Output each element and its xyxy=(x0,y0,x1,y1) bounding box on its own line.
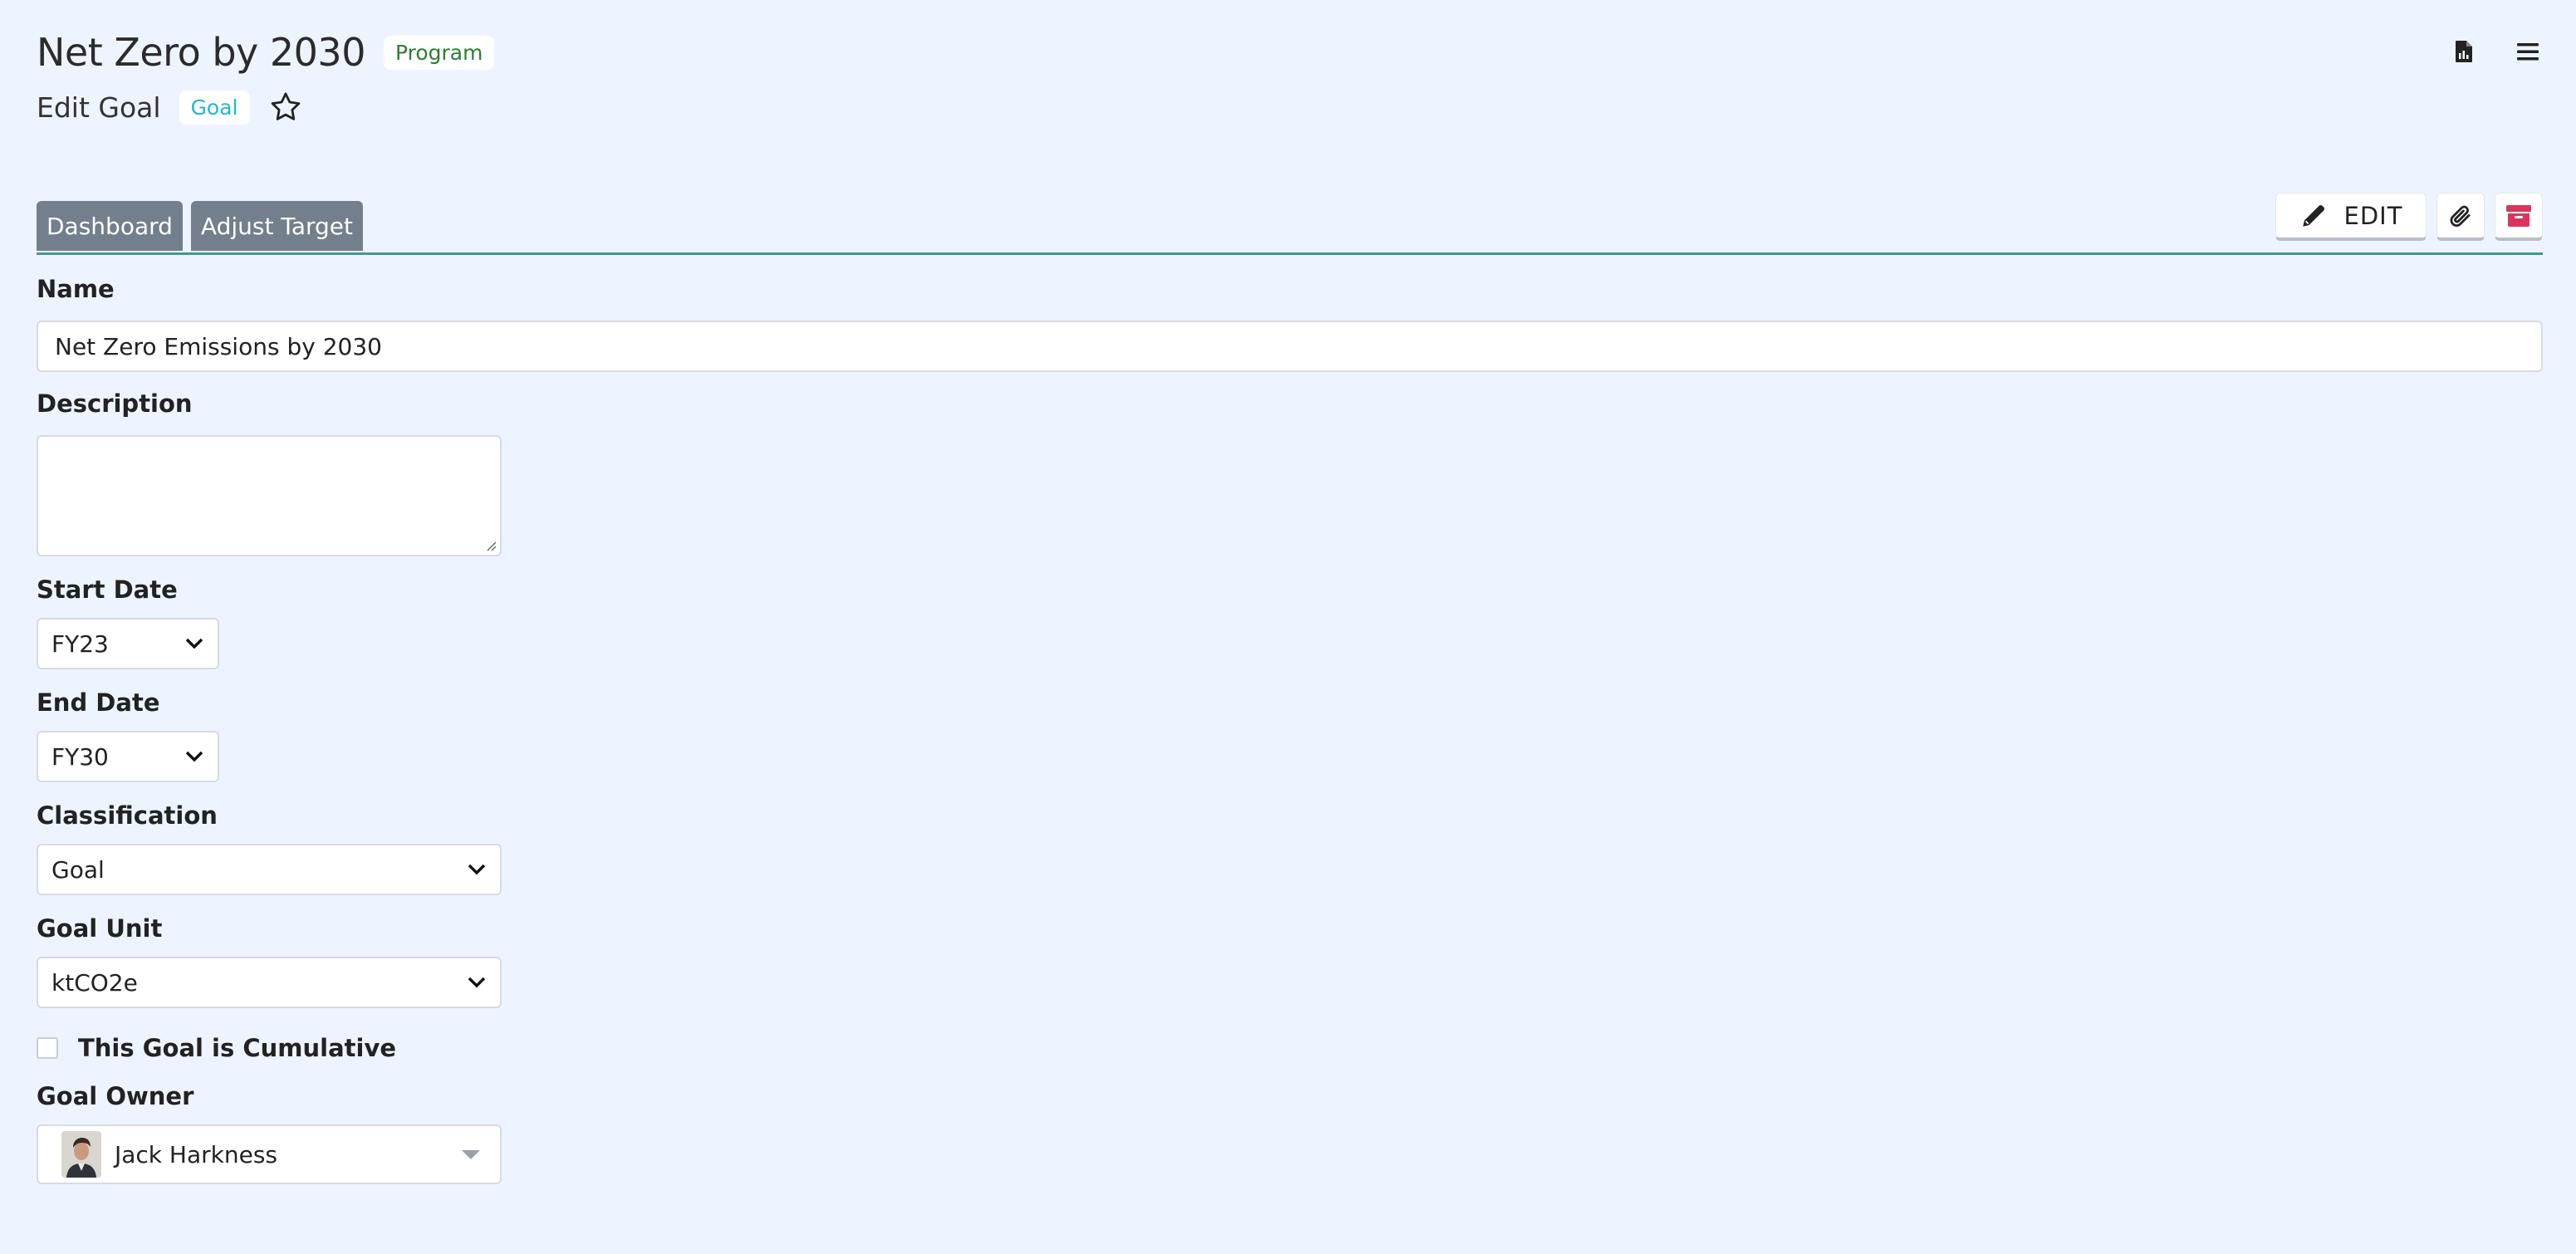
edit-button-label: EDIT xyxy=(2343,201,2403,230)
chevron-down-icon xyxy=(468,977,486,988)
archive-button[interactable] xyxy=(2495,193,2543,241)
description-label: Description xyxy=(37,389,193,418)
goal-owner-label: Goal Owner xyxy=(37,1082,194,1110)
name-input-value: Net Zero Emissions by 2030 xyxy=(55,332,382,360)
subtitle-row: Edit Goal Goal xyxy=(37,90,494,125)
goal-owner-select[interactable]: Jack Harkness xyxy=(37,1124,502,1184)
start-date-value: FY23 xyxy=(51,629,109,658)
hamburger-icon xyxy=(2517,43,2539,61)
cumulative-label: This Goal is Cumulative xyxy=(78,1034,397,1062)
record-toolbar: EDIT xyxy=(2275,193,2543,241)
description-textarea[interactable] xyxy=(37,435,502,556)
classification-label: Classification xyxy=(37,801,218,830)
tab-dashboard[interactable]: Dashboard xyxy=(37,201,183,251)
chevron-down-icon xyxy=(468,864,486,875)
name-input[interactable]: Net Zero Emissions by 2030 xyxy=(37,321,2543,372)
page-header: Net Zero by 2030 Program Edit Goal Goal xyxy=(37,30,495,125)
goal-unit-label: Goal Unit xyxy=(37,914,163,943)
goal-unit-value: ktCO2e xyxy=(51,968,138,997)
tab-adjust-target[interactable]: Adjust Target xyxy=(190,201,363,251)
file-chart-icon xyxy=(2456,41,2472,62)
chevron-down-icon xyxy=(185,751,203,762)
pencil-icon xyxy=(2302,204,2324,227)
start-date-select[interactable]: FY23 xyxy=(37,618,219,669)
caret-down-icon xyxy=(462,1149,480,1159)
cumulative-checkbox[interactable] xyxy=(37,1037,58,1059)
goal-unit-select[interactable]: ktCO2e xyxy=(37,957,502,1008)
goal-owner-value: Jack Harkness xyxy=(115,1140,278,1168)
page-subtitle: Edit Goal xyxy=(37,91,161,124)
goal-badge: Goal xyxy=(179,90,250,125)
archive-icon xyxy=(2506,204,2531,227)
avatar xyxy=(61,1131,101,1178)
menu-button[interactable] xyxy=(2516,42,2539,61)
star-icon[interactable] xyxy=(268,90,303,125)
end-date-select[interactable]: FY30 xyxy=(37,731,219,782)
end-date-value: FY30 xyxy=(51,742,109,771)
chevron-down-icon xyxy=(185,638,203,649)
name-label: Name xyxy=(37,275,115,303)
page-title: Net Zero by 2030 xyxy=(37,30,365,75)
header-actions xyxy=(2455,40,2539,63)
classification-value: Goal xyxy=(51,855,105,884)
goal-owner-selection: Jack Harkness xyxy=(61,1131,277,1178)
cumulative-row: This Goal is Cumulative xyxy=(37,1033,2543,1063)
tab-bar: Dashboard Adjust Target xyxy=(37,201,363,251)
title-row: Net Zero by 2030 Program xyxy=(37,30,495,75)
resize-handle-icon[interactable] xyxy=(485,540,497,551)
end-date-label: End Date xyxy=(37,688,160,717)
classification-select[interactable]: Goal xyxy=(37,844,502,895)
paperclip-icon xyxy=(2450,205,2471,227)
attach-button[interactable] xyxy=(2436,193,2485,241)
goal-form: Name Net Zero Emissions by 2030 Descript… xyxy=(37,274,2543,1184)
edit-button[interactable]: EDIT xyxy=(2275,193,2427,241)
tab-underline xyxy=(37,252,2543,255)
start-date-label: Start Date xyxy=(37,576,178,604)
program-badge: Program xyxy=(383,35,495,70)
report-file-button[interactable] xyxy=(2455,40,2473,63)
